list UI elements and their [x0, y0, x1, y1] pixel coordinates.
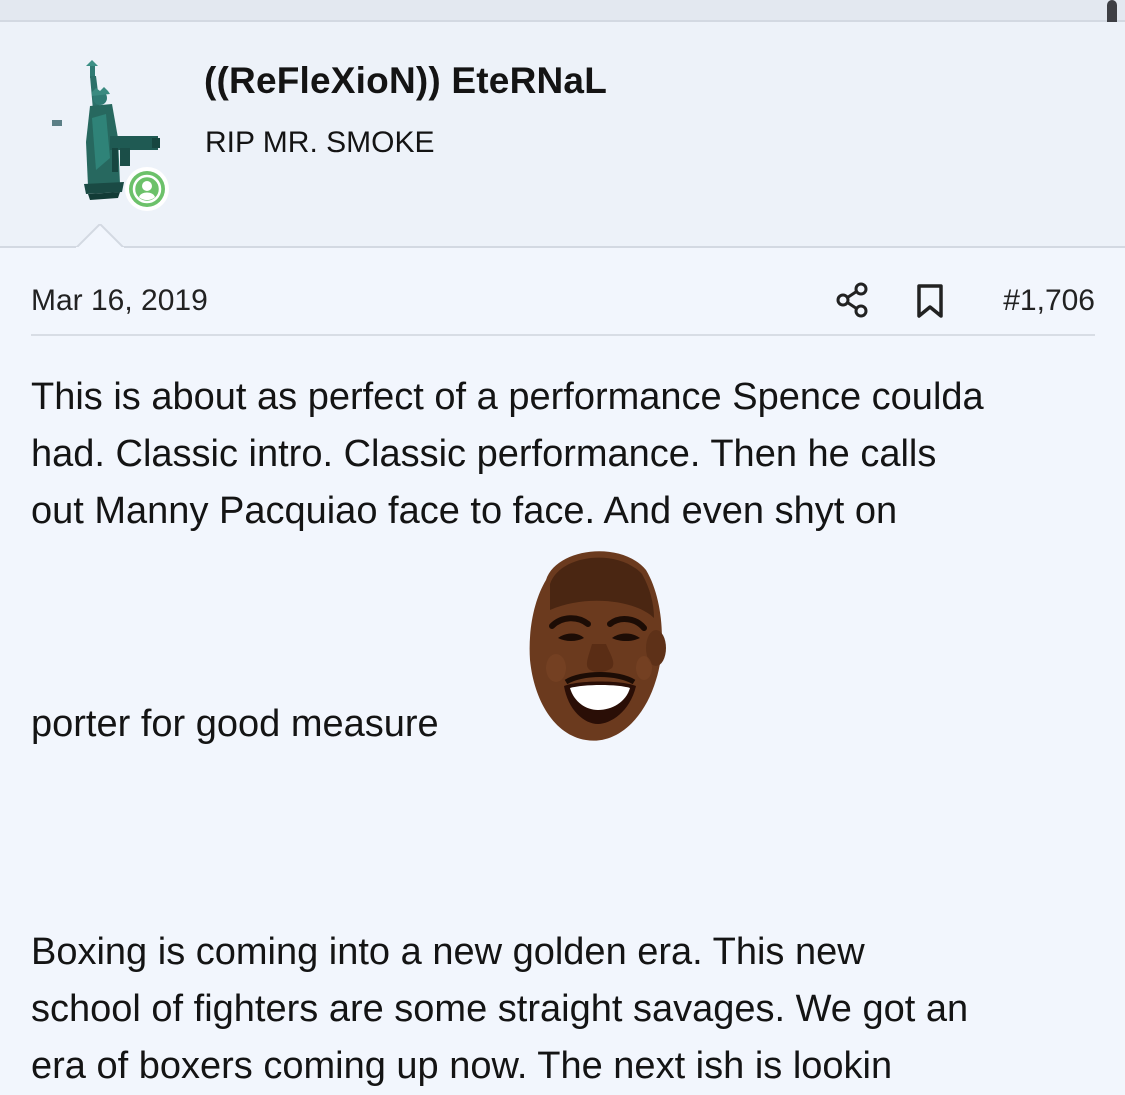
header-divider [0, 246, 1125, 248]
user-title: RIP MR. SMOKE [205, 126, 435, 159]
share-icon [836, 282, 868, 318]
online-user-icon [132, 174, 162, 204]
bookmark-icon [917, 284, 943, 318]
username-link[interactable]: ((ReFleXioN)) EteRNaL [204, 60, 607, 102]
post-text-line: Boxing is coming into a new golden era. … [31, 931, 865, 973]
online-status-badge [125, 167, 169, 211]
post-number-link[interactable]: #1,706 [1003, 284, 1095, 318]
header-pointer [76, 224, 124, 248]
post-text-line: This is about as perfect of a performanc… [31, 376, 984, 418]
meta-divider [31, 334, 1095, 336]
post-text-line: era of boxers coming up now. The next is… [31, 1045, 893, 1087]
top-strip [0, 0, 1125, 22]
bookmark-button[interactable] [911, 280, 949, 322]
grinning-face-emoji-icon [526, 540, 668, 745]
post-text-line: had. Classic intro. Classic performance.… [31, 433, 937, 475]
post-meta-row: Mar 16, 2019 #1,706 [31, 278, 1095, 328]
post-text-line: out Manny Pacquiao face to face. And eve… [31, 490, 898, 532]
post-date[interactable]: Mar 16, 2019 [31, 284, 208, 318]
post-text-line: school of fighters are some straight sav… [31, 988, 969, 1030]
share-button[interactable] [833, 278, 873, 322]
